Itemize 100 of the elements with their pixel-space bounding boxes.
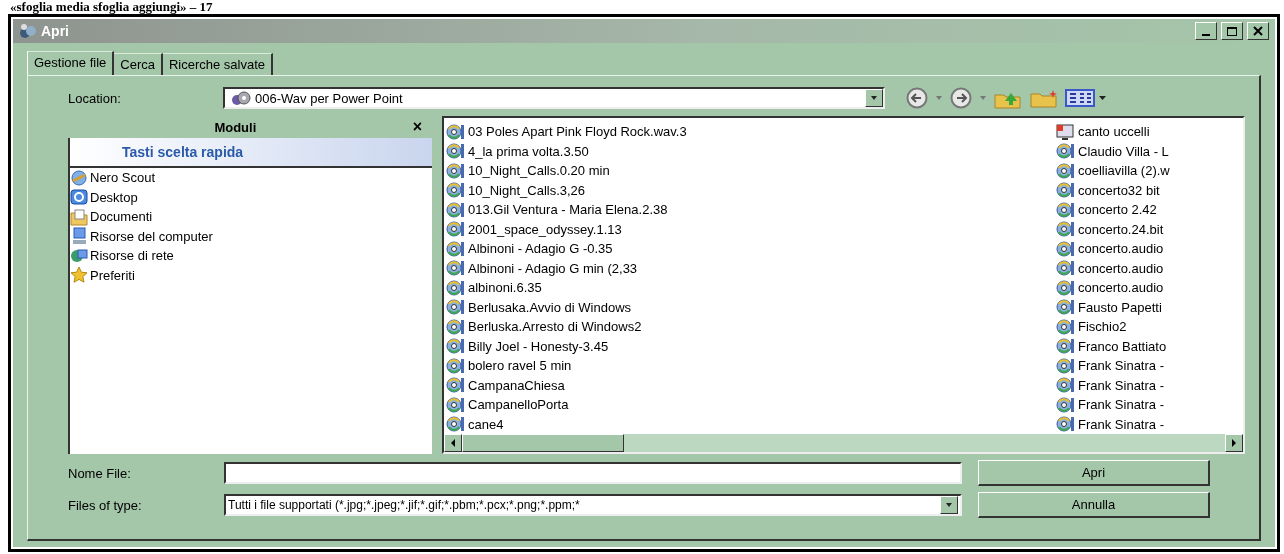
audio-file-icon xyxy=(446,259,465,278)
audio-file-icon xyxy=(446,200,465,219)
file-item[interactable]: concerto.24.bit xyxy=(1056,219,1243,239)
network-icon xyxy=(70,246,88,265)
file-item[interactable]: concerto.audio xyxy=(1056,239,1243,259)
audio-file-icon xyxy=(1056,161,1075,180)
file-item[interactable]: concerto.audio xyxy=(1056,258,1243,278)
audio-file-icon xyxy=(1056,395,1075,414)
filetype-dropdown[interactable]: Tutti i file supportati (*.jpg;*.jpeg;*.jif;*.gif;*.pbm;*.pcx;*.png;*.ppm;* xyxy=(224,494,962,516)
view-menu-button[interactable] xyxy=(1065,87,1107,109)
caret-icon xyxy=(935,95,943,101)
caption-text: «sfoglia media sfoglia aggiungi» – 17 xyxy=(10,0,214,14)
audio-file-icon xyxy=(1056,356,1075,375)
caret-icon xyxy=(979,95,987,101)
shortcut-item[interactable]: Nero Scout xyxy=(70,168,432,188)
computer-icon xyxy=(70,227,88,246)
file-item[interactable]: Frank Sinatra - xyxy=(1056,356,1243,376)
shortcut-item[interactable]: Documenti xyxy=(70,207,432,227)
file-item[interactable]: canto uccelli xyxy=(1056,122,1243,142)
audio-file-icon xyxy=(446,337,465,356)
file-item[interactable]: Albinoni - Adagio G min (2,33 xyxy=(446,258,1056,278)
audio-file-icon xyxy=(446,395,465,414)
minimize-button[interactable] xyxy=(1195,22,1217,40)
audio-file-icon xyxy=(446,298,465,317)
dropdown-button[interactable] xyxy=(865,89,883,107)
caret-icon xyxy=(945,502,953,508)
music-folder-icon xyxy=(229,90,251,106)
back-button[interactable] xyxy=(905,87,929,109)
file-item[interactable]: 10_Night_Calls.3,26 xyxy=(446,180,1056,200)
audio-file-icon xyxy=(1056,298,1075,317)
file-item[interactable]: 4_la prima volta.3.50 xyxy=(446,141,1056,161)
file-item[interactable]: cane4 xyxy=(446,414,1056,434)
scroll-left-button[interactable] xyxy=(444,434,462,452)
file-item[interactable]: concerto.audio xyxy=(1056,278,1243,298)
audio-file-icon xyxy=(446,161,465,180)
minimize-icon xyxy=(1202,34,1210,36)
file-item[interactable]: Berlusaka.Avvio di Windows xyxy=(446,297,1056,317)
window-title: Apri xyxy=(41,23,70,39)
audio-file-icon xyxy=(1056,278,1075,297)
file-item[interactable]: Frank Sinatra - xyxy=(1056,395,1243,415)
audio-file-icon xyxy=(446,122,465,141)
file-item[interactable]: 013.Gil Ventura - Maria Elena.2.38 xyxy=(446,200,1056,220)
audio-file-icon xyxy=(446,142,465,161)
horizontal-scrollbar[interactable] xyxy=(444,434,1243,452)
audio-file-icon xyxy=(446,181,465,200)
file-item[interactable]: bolero ravel 5 min xyxy=(446,356,1056,376)
file-item[interactable]: Frank Sinatra - xyxy=(1056,375,1243,395)
file-item[interactable]: 10_Night_Calls.0.20 min xyxy=(446,161,1056,181)
audio-file-icon xyxy=(1056,259,1075,278)
tab[interactable]: Gestione file xyxy=(27,51,115,75)
file-item[interactable]: Claudio Villa - L xyxy=(1056,141,1243,161)
shortcut-item[interactable]: Risorse del computer xyxy=(70,226,432,246)
audio-file-icon xyxy=(446,278,465,297)
audio-file-icon xyxy=(1056,337,1075,356)
maximize-icon xyxy=(1226,25,1238,37)
file-item[interactable]: coelliavilla (2).w xyxy=(1056,161,1243,181)
file-item[interactable]: 03 Poles Apart Pink Floyd Rock.wav.3 xyxy=(446,122,1056,142)
audio-file-icon xyxy=(446,239,465,258)
close-button[interactable] xyxy=(1247,22,1269,40)
file-item[interactable]: Berluska.Arresto di Windows2 xyxy=(446,317,1056,337)
audio-file-icon xyxy=(1056,376,1075,395)
file-item[interactable]: albinoni.6.35 xyxy=(446,278,1056,298)
shortcut-item[interactable]: Risorse di rete xyxy=(70,246,432,266)
maximize-button[interactable] xyxy=(1221,22,1243,40)
file-item[interactable]: Fischio2 xyxy=(1056,317,1243,337)
file-item[interactable]: Frank Sinatra - xyxy=(1056,414,1243,434)
audio-file-icon xyxy=(446,317,465,336)
shortcut-item[interactable]: Desktop xyxy=(70,187,432,207)
filename-field[interactable] xyxy=(224,462,962,484)
caret-icon xyxy=(870,95,878,101)
audio-file-icon xyxy=(1056,317,1075,336)
shortcut-item[interactable]: Preferiti xyxy=(70,265,432,285)
file-item[interactable]: Billy Joel - Honesty-3.45 xyxy=(446,336,1056,356)
cancel-button[interactable]: Annulla xyxy=(978,492,1210,518)
file-item[interactable]: concerto32 bit xyxy=(1056,180,1243,200)
section-header[interactable]: Tasti scelta rapida xyxy=(70,138,432,168)
location-label: Location: xyxy=(68,90,122,106)
video-file-icon xyxy=(1056,122,1075,141)
left-arrow-icon xyxy=(450,439,456,447)
scroll-thumb[interactable] xyxy=(462,434,624,452)
tab[interactable]: Ricerche salvate xyxy=(162,53,274,75)
file-item[interactable]: CampanaChiesa xyxy=(446,375,1056,395)
audio-file-icon xyxy=(1056,181,1075,200)
file-item[interactable]: Fausto Papetti xyxy=(1056,297,1243,317)
audio-file-icon xyxy=(1056,200,1075,219)
panel-title: Moduli xyxy=(213,119,258,135)
tab[interactable]: Cerca xyxy=(114,53,163,75)
dropdown-button[interactable] xyxy=(940,496,958,514)
file-item[interactable]: Albinoni - Adagio G -0.35 xyxy=(446,239,1056,259)
file-item[interactable]: CampanelloPorta xyxy=(446,395,1056,415)
forward-button[interactable] xyxy=(949,87,973,109)
right-arrow-icon xyxy=(1231,439,1237,447)
location-combo[interactable]: 006-Wav per Power Point xyxy=(223,87,885,109)
file-item[interactable]: 2001_space_odyssey.1.13 xyxy=(446,219,1056,239)
close-button[interactable]: × xyxy=(402,118,432,136)
file-item[interactable]: concerto 2.42 xyxy=(1056,200,1243,220)
open-button[interactable]: Apri xyxy=(978,460,1210,486)
file-item[interactable]: Franco Battiato xyxy=(1056,336,1243,356)
scroll-right-button[interactable] xyxy=(1225,434,1243,452)
audio-file-icon xyxy=(446,376,465,395)
